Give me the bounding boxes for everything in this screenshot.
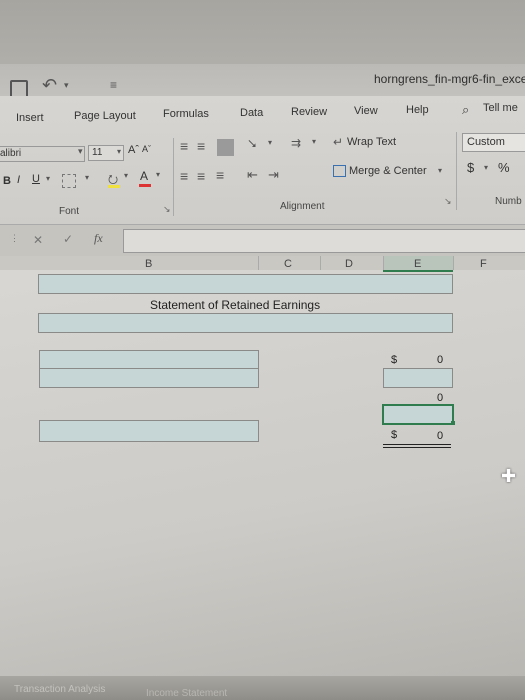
tab-formulas[interactable]: Formulas <box>163 108 209 120</box>
font-dialog-launcher-icon[interactable]: ↘ <box>163 204 171 215</box>
lightbulb-search-icon[interactable]: ⌕ <box>462 102 469 118</box>
input-cell[interactable] <box>383 368 453 388</box>
number-format-value: Custom <box>467 136 505 148</box>
sheet-tab-bar: Transaction Analysis Income Statement <box>0 676 525 700</box>
merge-center-button[interactable]: Merge & Center <box>349 165 427 177</box>
currency-symbol: $ <box>391 354 398 366</box>
tab-view[interactable]: View <box>354 105 378 117</box>
active-cell[interactable] <box>382 404 454 425</box>
text-direction-icon[interactable]: ⇉ <box>291 136 301 150</box>
font-color-bar <box>139 184 151 187</box>
column-divider <box>383 256 384 270</box>
double-underline <box>383 444 451 448</box>
top-align-icon[interactable]: ≡ <box>180 138 188 154</box>
bold-button[interactable]: B <box>3 175 11 187</box>
fill-color-bar <box>108 185 120 188</box>
value-cell[interactable]: 0 <box>437 430 443 442</box>
accounting-format-button[interactable]: $ <box>467 160 474 175</box>
orientation-icon[interactable]: ⭨ <box>248 136 256 152</box>
accounting-dropdown-icon[interactable]: ▾ <box>484 163 488 172</box>
font-name-box-border <box>0 146 85 162</box>
undo-icon[interactable]: ↶ <box>42 75 57 96</box>
formula-input[interactable] <box>123 229 525 253</box>
group-divider <box>456 132 457 210</box>
column-header-d[interactable]: D <box>345 258 353 270</box>
period-cell[interactable] <box>38 313 453 333</box>
window-title: horngrens_fin-mgr6-fin_excel <box>374 72 525 86</box>
tab-review[interactable]: Review <box>291 106 327 118</box>
column-header-c[interactable]: C <box>284 258 292 270</box>
borders-icon[interactable] <box>62 174 76 188</box>
alignment-dialog-launcher-icon[interactable]: ↘ <box>444 196 452 207</box>
font-size-dropdown-icon[interactable]: ▾ <box>117 147 121 156</box>
align-center-icon[interactable]: ≡ <box>197 168 205 184</box>
font-size-value: 11 <box>92 147 103 158</box>
tell-me-box[interactable]: Tell me <box>483 102 518 114</box>
increase-indent-icon[interactable]: ⇥ <box>268 167 279 183</box>
font-group-label: Font <box>59 206 80 217</box>
font-color-dropdown-icon[interactable]: ▾ <box>156 170 160 179</box>
formula-bar: ⋮ ✕ ✓ fx <box>0 224 525 258</box>
column-header-f[interactable]: F <box>480 258 487 270</box>
column-divider <box>320 256 321 270</box>
column-divider <box>453 256 454 270</box>
align-left-icon[interactable]: ≡ <box>180 168 188 184</box>
value-cell[interactable]: 0 <box>437 354 443 366</box>
fill-color-dropdown-icon[interactable]: ▾ <box>124 171 128 180</box>
insert-function-button[interactable]: fx <box>94 231 103 246</box>
column-header-e[interactable]: E <box>414 258 421 270</box>
label-cell[interactable] <box>39 350 259 370</box>
label-cell[interactable] <box>39 420 259 440</box>
tab-insert[interactable]: Insert <box>16 112 44 124</box>
wrap-text-icon[interactable]: ↵ <box>333 135 343 149</box>
enter-entry-button[interactable]: ✓ <box>63 232 73 246</box>
label-cell[interactable] <box>39 438 259 442</box>
number-format-box[interactable]: Custom <box>462 133 525 152</box>
column-header-b[interactable]: B <box>145 258 152 270</box>
wrap-text-button[interactable]: Wrap Text <box>347 136 396 148</box>
fill-handle[interactable] <box>451 421 455 425</box>
merge-center-dropdown-icon[interactable]: ▾ <box>438 166 442 175</box>
text-direction-dropdown-icon[interactable]: ▾ <box>312 137 316 146</box>
customize-quick-access-icon[interactable]: ≡ <box>110 78 117 92</box>
undo-dropdown-icon[interactable]: ▾ <box>64 80 69 91</box>
tab-data[interactable]: Data <box>240 107 263 119</box>
ribbon: Insert Page Layout Formulas Data Review … <box>0 96 525 224</box>
orientation-dropdown-icon[interactable]: ▾ <box>268 138 272 147</box>
font-name-dropdown-icon[interactable]: ▾ <box>78 146 83 157</box>
shrink-font-button[interactable]: Aˇ <box>142 144 151 154</box>
cell-cursor-icon: ✚ <box>501 466 517 486</box>
label-cell[interactable] <box>39 368 259 388</box>
percent-style-button[interactable]: % <box>498 160 510 175</box>
underline-dropdown-icon[interactable]: ▾ <box>46 174 50 183</box>
grow-font-button[interactable]: Aˆ <box>128 144 139 156</box>
font-size-box[interactable]: 11 ▾ <box>88 145 124 161</box>
font-color-button[interactable]: A <box>140 169 148 183</box>
decrease-indent-icon[interactable]: ⇤ <box>247 167 258 183</box>
merge-center-icon[interactable] <box>333 165 346 177</box>
group-divider <box>173 138 174 216</box>
middle-align-icon[interactable]: ≡ <box>197 138 205 154</box>
column-divider <box>258 256 259 270</box>
underline-button[interactable]: U <box>32 173 40 185</box>
align-right-icon[interactable]: ≡ <box>216 167 224 183</box>
bottom-align-icon[interactable] <box>217 139 234 156</box>
tab-page-layout[interactable]: Page Layout <box>74 110 136 122</box>
cancel-entry-button[interactable]: ✕ <box>33 233 43 247</box>
title-bar: ↶ ▾ ≡ horngrens_fin-mgr6-fin_excel <box>0 64 525 100</box>
value-cell[interactable]: 0 <box>437 392 443 404</box>
italic-button[interactable]: I <box>17 174 20 186</box>
company-name-cell[interactable] <box>38 274 453 294</box>
sheet-tab-income-statement[interactable]: Income Statement <box>146 688 227 699</box>
currency-symbol: $ <box>391 429 398 441</box>
borders-dropdown-icon[interactable]: ▾ <box>85 173 89 182</box>
name-box-splitter-icon[interactable]: ⋮ <box>10 233 19 244</box>
tab-help[interactable]: Help <box>406 104 429 116</box>
alignment-group-label: Alignment <box>280 201 325 212</box>
number-group-label: Numb <box>495 196 522 207</box>
statement-title-cell[interactable]: Statement of Retained Earnings <box>150 298 320 312</box>
sheet-tab-transaction-analysis[interactable]: Transaction Analysis <box>14 684 105 695</box>
